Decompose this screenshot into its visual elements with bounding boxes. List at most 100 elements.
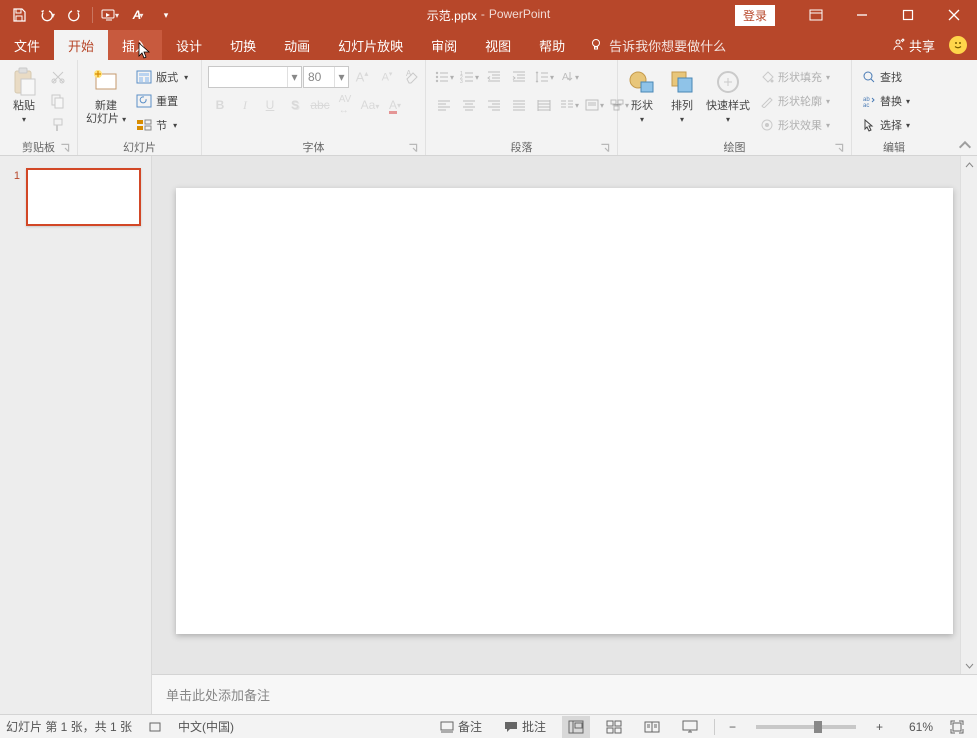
new-slide-button[interactable]: 新建 幻灯片 ▾	[82, 64, 130, 128]
copy-button[interactable]	[46, 90, 70, 112]
tab-home[interactable]: 开始	[54, 30, 108, 60]
login-button[interactable]: 登录	[735, 5, 775, 26]
slide[interactable]	[176, 188, 953, 634]
share-button[interactable]: 共享	[891, 36, 935, 55]
layout-button[interactable]: 版式▾	[132, 66, 192, 88]
italic-button[interactable]: I	[233, 94, 257, 116]
brush-icon	[50, 117, 66, 133]
text-direction-button[interactable]: A▾	[557, 66, 581, 88]
distributed-button[interactable]	[532, 94, 556, 116]
customize-qat-button[interactable]: ▾	[153, 2, 179, 28]
zoom-out-button[interactable]: −	[725, 716, 740, 738]
vertical-scrollbar[interactable]	[960, 156, 977, 674]
format-painter-button[interactable]	[46, 114, 70, 136]
change-case-button[interactable]: Aa▾	[358, 94, 382, 116]
paragraph-launcher[interactable]	[599, 142, 611, 154]
shape-effects-button[interactable]: 形状效果▾	[756, 114, 834, 136]
clipboard-launcher[interactable]	[59, 142, 71, 154]
tab-animations[interactable]: 动画	[270, 30, 324, 60]
slide-thumbnail-panel[interactable]: 1	[0, 156, 152, 714]
accessibility-check-button[interactable]	[142, 716, 168, 738]
section-button[interactable]: 节▾	[132, 114, 192, 136]
increase-indent-button[interactable]	[507, 66, 531, 88]
tab-design[interactable]: 设计	[162, 30, 216, 60]
tab-review[interactable]: 审阅	[417, 30, 471, 60]
slide-canvas-area[interactable]	[152, 156, 977, 674]
paste-button[interactable]: 粘贴▾	[4, 64, 44, 128]
scroll-down-button[interactable]	[961, 657, 977, 674]
zoom-in-button[interactable]: +	[872, 716, 887, 738]
maximize-button[interactable]	[885, 0, 931, 30]
reading-view-button[interactable]	[638, 716, 666, 738]
notes-pane[interactable]: 单击此处添加备注	[152, 674, 977, 714]
shape-fill-button[interactable]: 形状填充▾	[756, 66, 834, 88]
minimize-button[interactable]	[839, 0, 885, 30]
undo-button[interactable]: ▾	[34, 2, 60, 28]
decrease-indent-button[interactable]	[482, 66, 506, 88]
feedback-button[interactable]	[949, 36, 967, 54]
start-from-beginning-button[interactable]: ▾	[97, 2, 123, 28]
align-center-button[interactable]	[457, 94, 481, 116]
comments-toggle-button[interactable]: 批注	[498, 716, 552, 738]
slide-thumbnail[interactable]: 1	[0, 166, 151, 228]
replace-button[interactable]: abac替换▾	[858, 90, 914, 112]
fit-to-window-button[interactable]	[943, 716, 971, 738]
font-size-combo[interactable]: 80▾	[303, 66, 349, 88]
quick-styles-button[interactable]: 快速样式▾	[702, 64, 754, 128]
drawing-launcher[interactable]	[833, 142, 845, 154]
language-indicator[interactable]: 中文(中国)	[178, 718, 234, 735]
shapes-button[interactable]: 形状▾	[622, 64, 662, 128]
reset-button[interactable]: 重置	[132, 90, 192, 112]
notes-toggle-button[interactable]: 备注	[434, 716, 488, 738]
clear-formatting-button[interactable]: A	[400, 66, 424, 88]
ribbon-display-options-button[interactable]	[793, 0, 839, 30]
slideshow-view-button[interactable]	[676, 716, 704, 738]
decrease-font-button[interactable]: A▾	[375, 66, 399, 88]
tab-transitions[interactable]: 切换	[216, 30, 270, 60]
strikethrough-button[interactable]: abc	[308, 94, 332, 116]
underline-button[interactable]: U	[258, 94, 282, 116]
align-left-button[interactable]	[432, 94, 456, 116]
close-button[interactable]	[931, 0, 977, 30]
collapse-ribbon-button[interactable]	[957, 137, 973, 153]
tab-view[interactable]: 视图	[471, 30, 525, 60]
shape-outline-button[interactable]: 形状轮廓▾	[756, 90, 834, 112]
font-color-button[interactable]: A▾	[383, 94, 407, 116]
align-text-button[interactable]: ▾	[582, 94, 606, 116]
shadow-button[interactable]: S	[283, 94, 307, 116]
tab-insert[interactable]: 插入	[108, 30, 162, 60]
font-name-combo[interactable]: ▾	[208, 66, 302, 88]
numbering-button[interactable]: 123▾	[457, 66, 481, 88]
window-controls: 登录	[735, 0, 977, 30]
notes-icon	[440, 721, 454, 733]
slide-thumbnail-image[interactable]	[26, 168, 141, 226]
save-button[interactable]	[6, 2, 32, 28]
zoom-slider-thumb[interactable]	[814, 721, 822, 733]
justify-button[interactable]	[507, 94, 531, 116]
line-spacing-button[interactable]: ▾	[532, 66, 556, 88]
arrange-button[interactable]: 排列▾	[662, 64, 702, 128]
select-button[interactable]: 选择▾	[858, 114, 914, 136]
zoom-slider[interactable]	[756, 725, 856, 729]
tab-help[interactable]: 帮助	[525, 30, 579, 60]
tab-file[interactable]: 文件	[0, 30, 54, 60]
normal-view-button[interactable]	[562, 716, 590, 738]
tell-me-search[interactable]: 告诉我你想要做什么	[589, 30, 726, 60]
pen-icon	[760, 94, 774, 108]
scroll-up-button[interactable]	[961, 156, 977, 173]
align-right-button[interactable]	[482, 94, 506, 116]
bullets-button[interactable]: ▾	[432, 66, 456, 88]
char-spacing-button[interactable]: AV↔	[333, 94, 357, 116]
touch-mouse-mode-button[interactable]: A▾	[125, 2, 151, 28]
cut-button[interactable]	[46, 66, 70, 88]
increase-font-button[interactable]: A▴	[350, 66, 374, 88]
columns-button[interactable]: ▾	[557, 94, 581, 116]
tab-slideshow[interactable]: 幻灯片放映	[324, 30, 417, 60]
copy-icon	[50, 93, 66, 109]
redo-button[interactable]	[62, 2, 88, 28]
font-launcher[interactable]	[407, 142, 419, 154]
zoom-level[interactable]: 61%	[897, 720, 933, 734]
slide-sorter-view-button[interactable]	[600, 716, 628, 738]
bold-button[interactable]: B	[208, 94, 232, 116]
find-button[interactable]: 查找	[858, 66, 914, 88]
